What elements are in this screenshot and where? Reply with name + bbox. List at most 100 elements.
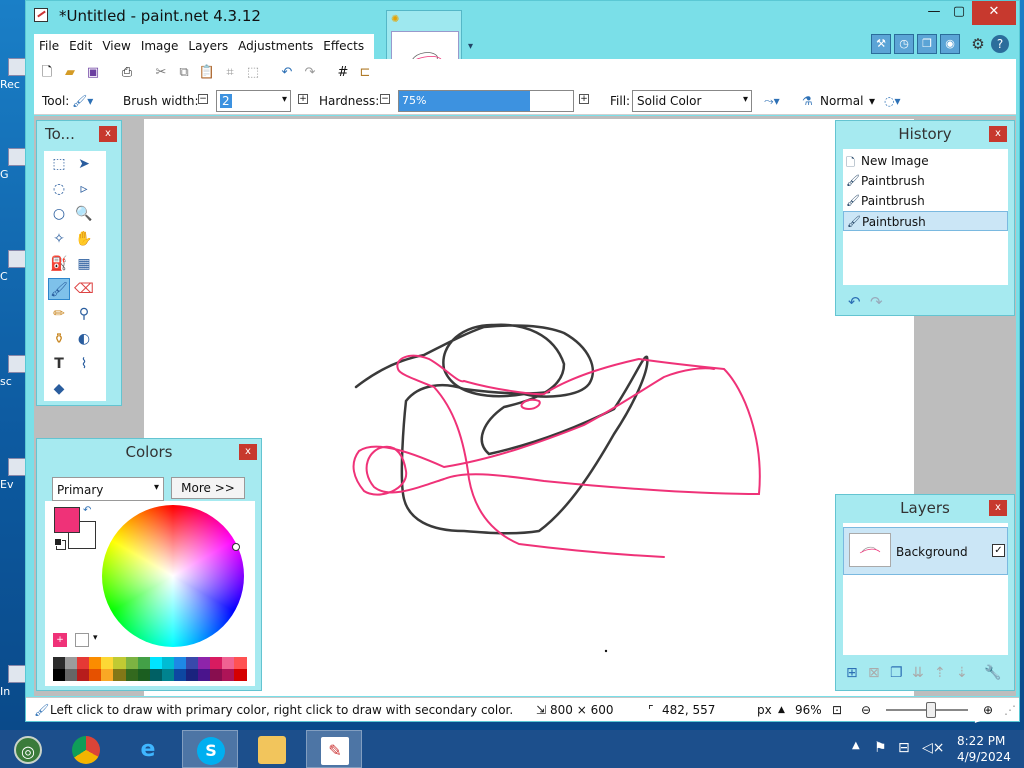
layer-properties-icon[interactable]: 🔧 [984,665,1001,681]
palette-swatch[interactable] [101,657,114,669]
settings-gear-icon[interactable]: ⚙ [969,35,987,53]
taskbar-skype[interactable]: S [182,730,238,768]
zoom-out-icon[interactable]: ⊖ [861,703,871,717]
primary-color-swatch[interactable] [54,507,80,533]
magic-wand-tool-icon[interactable]: ✧ [48,228,70,250]
volume-muted-icon[interactable]: ◁× [922,740,945,756]
deselect-icon[interactable]: ⬚ [244,64,262,82]
taskbar-chrome[interactable] [58,730,114,768]
layers-panel-close-button[interactable]: x [989,500,1007,516]
add-to-palette-icon[interactable]: + [53,633,67,647]
move-selection-tool-icon[interactable]: ▹ [73,178,95,200]
brush-width-decrease-button[interactable]: − [198,94,208,104]
palette-swatch[interactable] [137,669,150,681]
palette-swatch[interactable] [77,657,90,669]
paint-bucket-tool-icon[interactable]: ⛽ [48,253,70,275]
shapes-tool-icon[interactable]: ◆ [48,378,70,400]
history-item-selected[interactable]: 🖌 Paintbrush [843,211,1008,231]
help-icon[interactable]: ? [991,35,1009,53]
palette-swatch[interactable] [113,669,126,681]
rectangle-select-tool-icon[interactable]: ⬚ [48,153,70,175]
history-item[interactable]: 🖌 Paintbrush [843,191,1008,211]
layers-window-toggle-icon[interactable]: ❐ [917,34,937,54]
show-hidden-icons-icon[interactable]: ▲ [852,740,860,751]
colors-window-toggle-icon[interactable]: ◉ [940,34,960,54]
taskbar-paintnet[interactable]: ✎ [306,730,362,768]
recolor-tool-icon[interactable]: ◐ [73,328,95,350]
tab-list-dropdown-icon[interactable]: ▾ [468,41,473,52]
palette-swatch[interactable] [65,657,78,669]
palette-swatch[interactable] [125,669,138,681]
history-window-toggle-icon[interactable]: ◷ [894,34,914,54]
chevron-down-icon[interactable]: ▾ [869,94,875,108]
palette-swatch[interactable] [89,657,102,669]
units-selector[interactable]: px [757,703,772,717]
more-colors-button[interactable]: More >> [171,477,245,499]
palette-swatch[interactable] [186,657,199,669]
zoom-slider-knob[interactable] [926,702,936,718]
menu-layers[interactable]: Layers [183,34,233,53]
palette-swatch[interactable] [149,669,162,681]
history-panel-close-button[interactable]: x [989,126,1007,142]
desktop-icon-g[interactable]: G [0,148,26,181]
move-layer-down-icon[interactable]: ⇣ [956,665,968,681]
palette-swatch[interactable] [222,669,235,681]
palette-swatch[interactable] [89,669,102,681]
new-file-icon[interactable]: 🗋 [38,64,56,82]
taskbar-file-explorer[interactable] [244,730,300,768]
palette-swatch[interactable] [65,669,78,681]
menu-edit[interactable]: Edit [64,34,97,53]
network-icon[interactable]: ⊟ [898,740,910,756]
color-wheel[interactable] [102,505,244,647]
palette-swatch[interactable] [222,657,235,669]
merge-layer-down-icon[interactable]: ⇊ [912,665,924,681]
copy-icon[interactable]: ⧉ [175,64,193,82]
title-bar[interactable]: *Untitled - paint.net 4.3.12 — ▢ ✕ [26,1,1019,29]
chevron-up-icon[interactable]: ▲ [778,705,785,715]
text-tool-icon[interactable]: T [48,353,70,375]
tools-window-toggle-icon[interactable]: ⚒ [871,34,891,54]
palette-swatch[interactable] [173,669,187,681]
action-center-flag-icon[interactable]: ⚑ [874,740,887,756]
palette-swatch[interactable] [234,669,247,681]
hardness-increase-button[interactable]: + [579,94,589,104]
history-redo-icon[interactable]: ↷ [870,293,883,311]
desktop-icon-sc[interactable]: sc [0,355,26,388]
brush-width-input[interactable]: 2 ▾ [216,90,291,112]
start-button[interactable]: ◎ [0,730,56,768]
pixel-grid-icon[interactable]: # [334,64,352,82]
tools-panel-close-button[interactable]: x [99,126,117,142]
palette-swatch[interactable] [77,669,90,681]
palette-swatch[interactable] [198,669,211,681]
clock-time[interactable]: 8:22 PM [957,734,1005,748]
eraser-tool-icon[interactable]: ⌫ [73,278,95,300]
close-button[interactable]: ✕ [972,1,1016,25]
blend-mode-dropdown[interactable]: Normal [820,94,863,108]
menu-view[interactable]: View [97,34,135,53]
cut-icon[interactable]: ✂ [152,64,170,82]
zoom-to-window-icon[interactable]: ⊡ [832,703,842,717]
menu-image[interactable]: Image [136,34,184,53]
line-curve-tool-icon[interactable]: ⌇ [73,353,95,375]
color-picker-tool-icon[interactable]: ⚲ [73,303,95,325]
delete-layer-icon[interactable]: ⊠ [868,665,880,681]
palette-swatch[interactable] [210,669,223,681]
taskbar-ie[interactable]: e [120,730,176,768]
menu-effects[interactable]: Effects [318,34,369,53]
clock-date[interactable]: 4/9/2024 [957,750,1011,764]
move-selected-pixels-tool-icon[interactable]: ➤ [73,153,95,175]
print-icon[interactable]: ⎙ [118,64,136,82]
add-layer-icon[interactable]: ⊞ [846,665,858,681]
history-undo-icon[interactable]: ↶ [848,293,861,311]
chevron-down-icon[interactable]: ▾ [93,633,98,643]
palette-swatch[interactable] [161,657,174,669]
palette-swatch[interactable] [53,669,66,681]
palette-swatch[interactable] [149,657,162,669]
palette-menu-icon[interactable] [75,633,89,647]
palette-swatch[interactable] [137,657,150,669]
desktop-icon-c[interactable]: C [0,250,26,283]
lasso-select-tool-icon[interactable]: ◌ [48,178,70,200]
menu-file[interactable]: File [34,34,64,53]
desktop-icon-in[interactable]: In [0,665,26,698]
swap-colors-icon[interactable]: ↶ [83,505,91,516]
